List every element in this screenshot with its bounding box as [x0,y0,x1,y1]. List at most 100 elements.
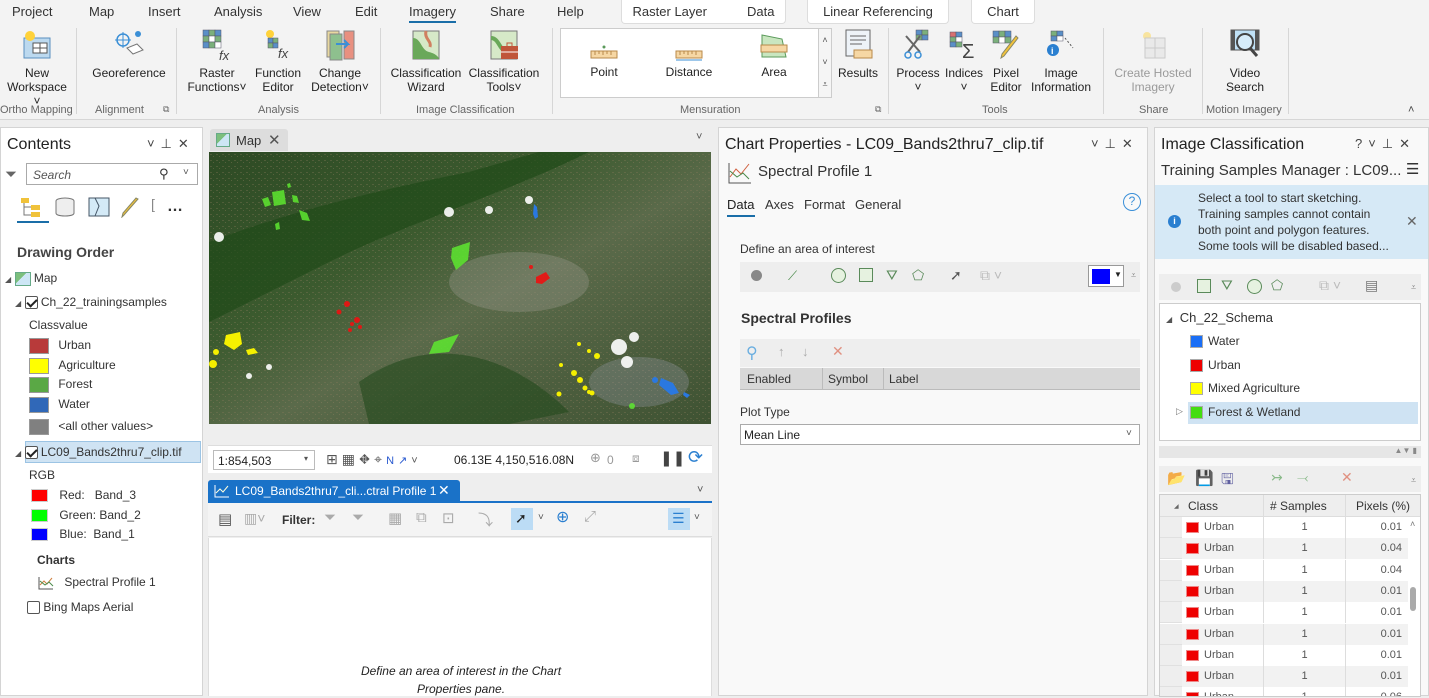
table-row[interactable]: Urban 1 0.01 [1160,666,1408,688]
close-icon[interactable]: ✕ [1399,136,1416,151]
pause-drawing-icon[interactable]: ❚❚ [660,449,685,467]
tab-imagery[interactable]: Imagery [409,4,456,23]
scroll-up-icon[interactable]: ˄ [1410,519,1415,529]
refresh-icon[interactable]: ⟳ [688,447,703,468]
chevron-down-icon[interactable]: ˅ [538,512,544,523]
open-folder-icon[interactable]: 📂 [1167,469,1186,487]
tab-data[interactable]: Data [747,4,774,19]
row-selector[interactable] [1160,517,1182,538]
layer-visibility-checkbox[interactable] [24,296,38,310]
chevron-down-icon[interactable]: ˅ [694,512,700,523]
table-row[interactable]: Urban 1 0.01 [1160,580,1408,602]
table-row[interactable]: Urban 1 0.04 [1160,559,1408,581]
area-measure-button[interactable]: Area [747,31,801,79]
table-row[interactable]: Urban 1 0.04 [1160,538,1408,560]
tab-list-chevron-icon[interactable]: ˅ [696,131,702,143]
rectangle-tool-icon[interactable] [1197,279,1211,293]
zoom-to-icon[interactable]: ⚲ [746,343,758,363]
tab-view[interactable]: View [293,4,321,19]
data-source-view-icon[interactable] [53,196,77,221]
full-extent-icon[interactable]: ⤢ [584,508,596,525]
more-views-icon[interactable]: … [167,198,183,216]
image-information-button[interactable]: i Image Information [1026,28,1096,94]
north-arrow-icon[interactable]: N↗ [386,455,411,467]
help-icon[interactable]: ? [1123,193,1141,211]
tab-project[interactable]: Project [12,4,52,19]
delete-icon[interactable]: ✕ [1341,469,1353,486]
help-icon[interactable]: ? [1355,136,1368,151]
results-button[interactable]: Results [836,28,880,80]
point-tool-icon[interactable] [751,270,762,281]
line-tool-icon[interactable]: ⟋ [788,268,797,284]
add-chart-icon[interactable]: ▥˅ [244,510,265,527]
filter-extent-icon[interactable]: ⏷ [324,509,336,526]
alignment-launcher-icon[interactable]: ⧉ [163,104,169,115]
tab-data[interactable]: Data [727,197,754,212]
circle-tool-icon[interactable] [831,268,846,283]
merge-icon[interactable]: ↣ [1271,469,1283,486]
point-tool-icon[interactable] [1171,282,1181,292]
col-class[interactable]: Class [1188,499,1218,513]
freehand-tool-icon[interactable]: ⬠ [912,267,924,284]
tab-analysis[interactable]: Analysis [214,4,262,19]
table-row[interactable]: Urban 1 0.01 [1160,623,1408,645]
schema-class-item[interactable]: Urban [1188,355,1418,377]
filter-selection-icon[interactable]: ⏷ [352,509,364,526]
tab-axes[interactable]: Axes [765,197,794,212]
col-symbol[interactable]: Symbol [828,372,868,386]
mensuration-launcher-icon[interactable]: ⧉ [875,104,881,115]
classification-wizard-button[interactable]: Classification Wizard [388,28,464,94]
new-workspace-button[interactable]: New Workspace ˅ [4,28,70,108]
save-icon[interactable]: 💾 [1195,469,1214,487]
pin-icon[interactable]: ⊥ [1105,136,1122,151]
layer-visibility-checkbox[interactable] [24,446,38,460]
overflow-icon[interactable]: ⩡ [1411,282,1416,293]
snapping-icon[interactable]: ⌖ [374,451,386,467]
tab-raster-layer[interactable]: Raster Layer [633,4,707,19]
schema-class-item[interactable]: Water [1188,331,1418,353]
editing-view-icon[interactable] [119,196,143,221]
pin-icon[interactable]: ⊥ [1382,136,1399,151]
schema-class-item[interactable]: ▷ Forest & Wetland [1176,401,1418,424]
expand-triangle-icon[interactable]: ◢ [15,449,21,458]
chevron-down-icon[interactable]: ˅ [411,455,421,467]
close-icon[interactable]: ✕ [1122,136,1139,151]
tab-help[interactable]: Help [557,4,584,19]
search-input[interactable]: Search ⚲ ˅ [26,163,198,185]
polygon-tool-icon[interactable]: ⛛ [886,267,898,284]
chart-properties-icon[interactable]: ▤ [218,510,232,528]
chart-item-spectral-profile[interactable]: Spectral Profile 1 [37,575,156,591]
save-as-icon[interactable]: 🖫 [1221,469,1234,494]
close-tab-icon[interactable]: ✕ [438,482,450,499]
table-scrollbar[interactable]: ˄ [1408,517,1420,696]
collapse-ribbon-icon[interactable]: ˄ [1408,104,1414,116]
circle-tool-icon[interactable] [1247,279,1262,294]
pane-menu-icon[interactable]: ˅ [147,136,161,151]
table-row[interactable]: Urban 1 0.01 [1160,602,1408,624]
georeference-button[interactable]: Georeference [86,28,172,80]
distance-measure-button[interactable]: Distance [661,39,717,79]
select-by-feature-icon[interactable]: ⧉ ˅ [1319,277,1341,294]
table-row[interactable]: Urban 1 0.01 [1160,644,1408,666]
move-up-icon[interactable]: ↑ [778,344,785,359]
create-from-segments-icon[interactable]: ▤ [1365,277,1378,294]
map-canvas[interactable] [209,152,711,424]
close-banner-icon[interactable]: ✕ [1406,213,1418,230]
selection-view-icon[interactable] [87,196,111,221]
zoom-in-icon[interactable]: ⊕ [556,507,569,527]
tab-list-chevron-icon[interactable]: ˅ [697,484,703,496]
classification-tools-button[interactable]: Classification Tools˅ [466,28,542,94]
constraints-icon[interactable]: ⛖ [359,451,374,467]
expand-triangle-icon[interactable]: ◢ [1166,315,1172,324]
rectangle-tool-icon[interactable] [859,268,873,282]
pixel-editor-button[interactable]: Pixel Editor [986,28,1026,94]
layer-visibility-checkbox[interactable] [27,601,40,615]
schema-root[interactable]: ◢ Ch_22_Schema [1166,310,1273,325]
create-hosted-imagery-button[interactable]: Create Hosted Imagery [1108,28,1198,94]
expand-triangle-icon[interactable]: ◢ [15,299,21,308]
tab-share[interactable]: Share [490,4,525,19]
video-search-button[interactable]: Video Search [1210,28,1280,94]
expand-triangle-icon[interactable]: ▷ [1176,406,1183,417]
col-enabled[interactable]: Enabled [747,372,791,386]
schema-class-item[interactable]: Mixed Agriculture [1188,378,1418,400]
